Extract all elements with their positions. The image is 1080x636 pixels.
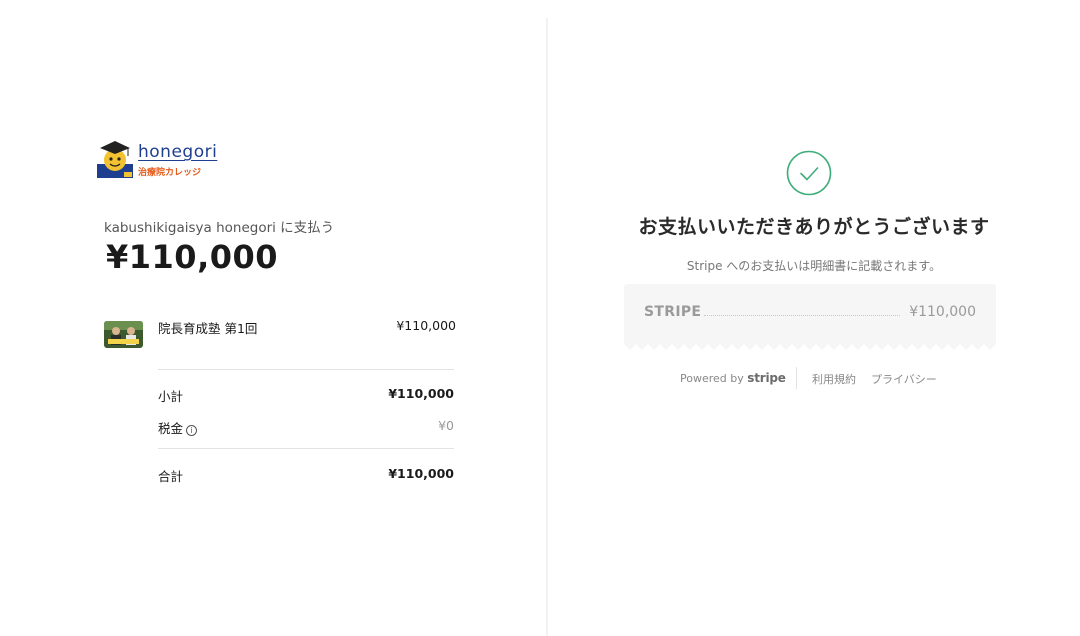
total-amount: ¥110,000: [106, 238, 279, 276]
tax-value: ¥0: [438, 418, 454, 433]
dotted-leader: [704, 315, 900, 316]
subtotal-label: 小計: [158, 389, 184, 404]
descriptor-amount: ¥110,000: [909, 304, 976, 320]
merchant-logo[interactable]: honegori 治療院カレッジ: [96, 138, 226, 182]
product-thumbnail: [104, 321, 143, 348]
logo-wordmark: honegori: [138, 142, 218, 162]
merchant-name: kabushikigaisya honegori に支払う: [104, 220, 335, 236]
line-item: 院長育成塾 第1回 ¥110,000: [104, 318, 456, 350]
privacy-link[interactable]: プライバシー: [871, 371, 937, 387]
tax-label: 税金: [158, 421, 184, 436]
receipt-descriptor: STRIPE ¥110,000: [624, 284, 996, 350]
terms-link[interactable]: 利用規約: [812, 371, 856, 387]
mascot-icon: [97, 141, 133, 178]
total-label: 合計: [158, 469, 184, 484]
powered-by-label: Powered by: [680, 372, 744, 385]
info-icon[interactable]: i: [186, 425, 198, 436]
item-price: ¥110,000: [396, 318, 456, 333]
total-value: ¥110,000: [388, 466, 454, 481]
footer-divider: [796, 367, 797, 389]
logo-subtitle: 治療院カレッジ: [138, 168, 202, 178]
order-summary-panel: honegori 治療院カレッジ kabushikigaisya honegor…: [0, 0, 546, 636]
divider: [158, 448, 454, 449]
stripe-logo: stripe: [747, 371, 786, 385]
descriptor-label: STRIPE: [644, 304, 702, 320]
divider: [158, 369, 454, 370]
item-name: 院長育成塾 第1回: [158, 321, 258, 336]
powered-by-stripe[interactable]: Powered by stripe: [680, 371, 786, 385]
subtotal-value: ¥110,000: [388, 386, 454, 401]
check-circle-icon: [786, 150, 832, 196]
confirmation-title: お支払いいただきありがとうございます: [638, 216, 990, 238]
statement-note: Stripe へのお支払いは明細書に記載されます。: [686, 259, 942, 273]
